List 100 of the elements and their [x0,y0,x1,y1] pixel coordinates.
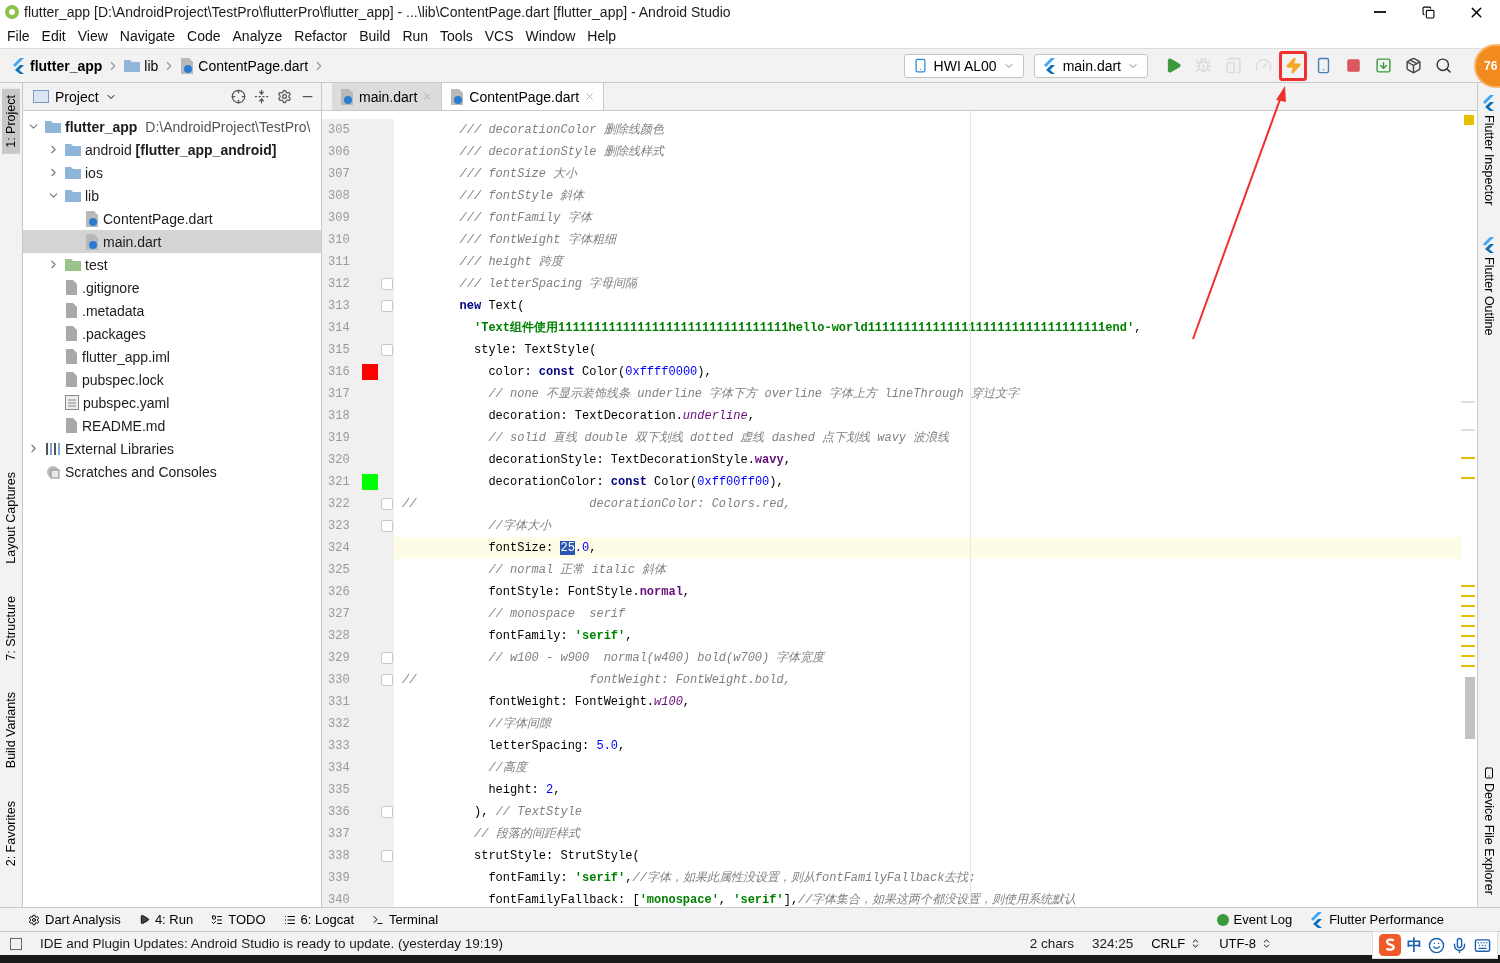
line-number: 327 [327,607,351,621]
code-line: /// height 跨度 [458,254,563,271]
collapse-icon[interactable] [254,89,269,104]
tree-item[interactable]: .packages [23,322,321,345]
menu-item[interactable]: Window [520,25,583,47]
tree-item[interactable]: test [23,253,321,276]
menu-item[interactable]: Analyze [227,25,290,47]
fold-marker-icon[interactable] [381,850,393,862]
run-icon [138,914,150,925]
tree-item[interactable]: flutter_app D:\AndroidProject\TestPro\ [23,115,321,138]
tree-item[interactable]: pubspec.lock [23,368,321,391]
tool-window-tab[interactable]: 2: Favorites [2,794,20,872]
fold-marker-icon[interactable] [381,674,393,686]
tree-item[interactable]: flutter_app.iml [23,345,321,368]
fold-marker-icon[interactable] [381,498,393,510]
menu-item[interactable]: Build [354,25,398,47]
menu-item[interactable]: Refactor [289,25,355,47]
tree-label: test [85,256,108,273]
fold-marker-icon[interactable] [381,652,393,664]
line-number: 318 [327,409,351,423]
status-selector[interactable]: CRLF [1151,936,1202,951]
code-line: // fontWeight: FontWeight.bold, [401,672,791,689]
tree-item[interactable]: .metadata [23,299,321,322]
tree-item[interactable]: lib [23,184,321,207]
tool-window-button[interactable]: TODO [211,912,266,927]
line-number: 313 [327,299,351,313]
list-icon [211,913,224,926]
code-line: // 段落的间距样式 [473,826,580,843]
device-dropdown[interactable]: HWI AL00 [903,53,1024,78]
fold-marker-icon[interactable] [381,806,393,818]
status-selector[interactable]: UTF-8 [1219,936,1272,951]
menu-item[interactable]: Edit [36,25,73,47]
code-line: // w100 - w900 normal(w400) bold(w700) 字体宽度 [487,650,825,667]
tree-item[interactable]: .gitignore [23,276,321,299]
tree-item[interactable]: External Libraries [23,437,321,460]
tool-window-tab[interactable]: 7: Structure [2,589,20,667]
tool-window-button[interactable]: 6: Logcat [283,912,354,927]
menu-item[interactable]: Run [397,25,436,47]
tree-item[interactable]: pubspec.yaml [23,391,321,414]
breadcrumb[interactable]: flutter_app [8,57,107,74]
emoji-icon[interactable] [1428,936,1445,954]
tool-window-button[interactable]: Event Log [1216,912,1293,927]
close-icon[interactable] [584,91,596,102]
keyboard-icon[interactable] [1474,936,1491,954]
tree-item[interactable]: ContentPage.dart [23,207,321,230]
menu-item[interactable]: VCS [479,25,521,47]
menu-item[interactable]: Code [182,25,228,47]
fold-marker-icon[interactable] [381,300,393,312]
fold-marker-icon[interactable] [381,520,393,532]
line-number: 333 [327,739,351,753]
tool-window-tab[interactable]: Layout Captures [2,466,20,570]
input-mode-text[interactable]: 中 [1407,935,1422,955]
attach-icon [1224,57,1242,74]
tree-label: flutter_app [65,118,138,135]
tree-item[interactable]: ios [23,161,321,184]
tool-window-button[interactable]: Flutter Performance [1310,911,1444,928]
folder-icon [65,258,81,271]
settings-icon[interactable] [277,89,292,104]
file-icon [65,349,78,364]
line-number: 328 [327,629,351,643]
line-number: 307 [327,167,351,181]
menu-item[interactable]: File [2,25,37,47]
line-number: 334 [327,761,351,775]
file-icon [65,418,78,433]
tool-window-button[interactable]: 4: Run [138,912,194,927]
tree-item[interactable]: README.md [23,414,321,437]
file-icon [65,372,78,387]
editor-tab[interactable]: ContentPage.dart [442,83,605,110]
tool-window-tab[interactable]: Flutter Outline [1480,231,1498,342]
tree-item[interactable]: main.dart [23,230,321,253]
microphone-icon[interactable] [1451,936,1468,954]
code-line: /// decorationStyle 删除线样式 [458,144,664,161]
menu-item[interactable]: Tools [435,25,480,47]
tool-window-tab[interactable]: Build Variants [2,686,20,775]
breadcrumb[interactable]: lib [120,57,163,74]
breadcrumb[interactable]: ContentPage.dart [176,57,313,74]
editor-tab[interactable]: main.dart [332,83,443,110]
code-line: color: const Color(0xffff0000), [487,364,712,381]
tool-window-button[interactable]: Dart Analysis [28,912,121,927]
fold-marker-icon[interactable] [381,344,393,356]
status-icon [10,937,22,950]
tree-item[interactable]: android [flutter_app_android] [23,138,321,161]
list-icon [283,913,296,926]
gauge-icon [1254,57,1272,74]
tool-window-tab[interactable]: Device File Explorer [1480,761,1498,901]
menu-item[interactable]: Help [582,25,624,47]
run-config-dropdown[interactable]: main.dart [1033,53,1148,78]
config-file-icon [65,395,79,410]
tree-item[interactable]: Scratches and Consoles [23,460,321,483]
tool-window-tab[interactable]: Flutter Inspector [1480,89,1498,212]
flutter-icon [1042,57,1057,74]
menu-item[interactable]: Navigate [114,25,183,47]
menu-item[interactable]: View [72,25,115,47]
tree-label: main.dart [103,233,162,250]
app-icon [4,4,20,20]
fold-marker-icon[interactable] [381,278,393,290]
tool-window-tab[interactable]: 1: Project [2,89,20,154]
line-number: 340 [327,893,351,907]
locate-icon[interactable] [231,89,246,104]
tool-window-button[interactable]: Terminal [372,912,439,927]
